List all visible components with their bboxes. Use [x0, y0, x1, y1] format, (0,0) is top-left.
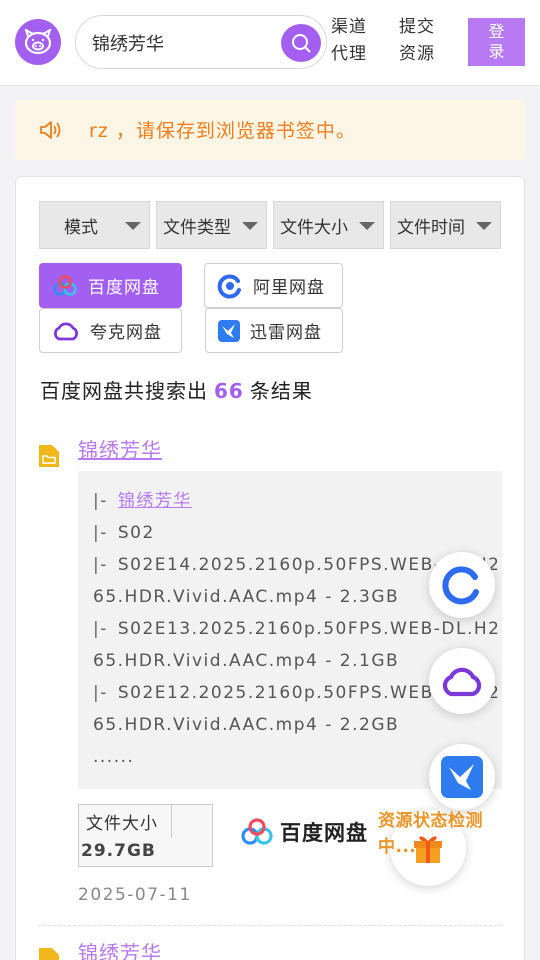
tree-branch: |-: [93, 619, 108, 639]
nav-label: 提交: [399, 17, 435, 37]
file-size-label: 文件大小: [79, 805, 172, 838]
divider: [38, 925, 502, 926]
folder-icon: [39, 948, 59, 960]
pig-logo-icon[interactable]: [15, 19, 61, 65]
aliyun-disk-icon: [217, 273, 243, 299]
result-count: 百度网盘共搜索出 66 条结果: [40, 375, 313, 404]
notice-text: rz ，请保存到浏览器书签中。: [89, 120, 356, 142]
nav-channel-agent[interactable]: 渠道 代理: [329, 14, 369, 68]
filter-mode[interactable]: 模式: [39, 201, 150, 249]
top-header: 渠道 代理 提交 资源 登录: [0, 0, 540, 86]
filter-label: 模式: [64, 217, 98, 238]
tree-ellipsis: ......: [93, 747, 135, 767]
filter-file-size[interactable]: 文件大小: [273, 201, 384, 249]
tree-folder-link[interactable]: 锦绣芳华: [118, 491, 192, 511]
chevron-down-icon: [242, 222, 258, 230]
xunlei-disk-icon: [441, 756, 483, 798]
baidu-disk-icon: [241, 818, 273, 845]
file-tree-line: |- S02E13.2025.2160p.50FPS.WEB-DL.H2: [93, 613, 502, 645]
filter-label: 文件类型: [163, 217, 231, 238]
chevron-down-icon: [359, 222, 375, 230]
tree-entry: 65.HDR.Vivid.AAC.mp4 - 2.2GB: [93, 715, 400, 735]
result-item-title[interactable]: 锦绣芳华: [78, 937, 162, 960]
login-button[interactable]: 登录: [468, 18, 525, 66]
file-tree-line: |- S02: [93, 517, 502, 549]
tree-branch: |-: [93, 555, 108, 575]
search-button[interactable]: [281, 24, 321, 62]
result-item-title[interactable]: 锦绣芳华: [78, 434, 162, 463]
result-count-suffix: 条结果: [249, 379, 313, 403]
aliyun-disk-icon: [442, 566, 479, 605]
result-count-prefix: 百度网盘共搜索出: [40, 379, 208, 403]
float-xunlei-button[interactable]: [429, 744, 495, 810]
result-date: 2025-07-11: [78, 885, 192, 905]
source-baidu-logo[interactable]: 百度网盘: [240, 817, 368, 847]
float-aliyun-button[interactable]: [429, 552, 495, 618]
source-label: 百度网盘: [280, 821, 368, 845]
disk-tab-xunlei[interactable]: 迅雷网盘: [205, 308, 343, 353]
filter-file-type[interactable]: 文件类型: [156, 201, 267, 249]
tree-entry: 65.HDR.Vivid.AAC.mp4 - 2.1GB: [93, 651, 400, 671]
tree-entry: S02: [117, 523, 155, 543]
baidu-disk-icon: [52, 274, 78, 297]
quark-disk-icon: [442, 667, 482, 697]
disk-tab-label: 迅雷网盘: [250, 323, 322, 343]
xunlei-disk-icon: [218, 319, 240, 342]
disk-tab-label: 阿里网盘: [253, 278, 325, 298]
search-icon: [292, 34, 311, 53]
notice-banner: rz ，请保存到浏览器书签中。: [15, 100, 525, 160]
nav-label: 代理: [331, 44, 367, 64]
float-quark-button[interactable]: [429, 648, 495, 714]
file-tree-line: |- 锦绣芳华: [93, 485, 502, 517]
disk-tab-label: 百度网盘: [88, 278, 160, 298]
nav-label: 渠道: [331, 17, 367, 37]
nav-submit-resource[interactable]: 提交 资源: [397, 14, 437, 68]
filter-label: 文件大小: [280, 217, 348, 238]
tree-entry: S02E13.2025.2160p.50FPS.WEB-DL.H2: [117, 619, 501, 639]
quark-disk-icon: [52, 320, 80, 342]
search-input[interactable]: [92, 28, 282, 58]
folder-icon: [39, 445, 59, 467]
file-size-value: 29.7GB: [81, 841, 156, 861]
speaker-icon: [40, 121, 61, 139]
nav-label: 资源: [399, 44, 435, 64]
resource-status-text: 资源状态检测中...: [378, 811, 483, 857]
result-count-number: 66: [214, 379, 244, 403]
file-tree-line: 65.HDR.Vivid.AAC.mp4 - 2.2GB: [93, 709, 502, 741]
disk-tab-label: 夸克网盘: [90, 323, 162, 343]
filter-file-time[interactable]: 文件时间: [390, 201, 501, 249]
chevron-down-icon: [125, 222, 141, 230]
tree-entry: 65.HDR.Vivid.AAC.mp4 - 2.3GB: [93, 587, 400, 607]
tree-branch: |-: [93, 491, 108, 511]
tree-branch: |-: [93, 683, 108, 703]
disk-tab-aliyun[interactable]: 阿里网盘: [204, 263, 343, 308]
tree-branch: |-: [93, 523, 108, 543]
filter-label: 文件时间: [397, 217, 465, 238]
disk-tab-quark[interactable]: 夸克网盘: [39, 308, 182, 353]
disk-tab-baidu[interactable]: 百度网盘: [39, 263, 182, 308]
file-size-box: 文件大小 29.7GB: [78, 804, 213, 867]
file-tree: |- 锦绣芳华 |- S02 |- S02E14.2025.2160p.50FPS.W…: [78, 471, 502, 789]
chevron-down-icon: [476, 222, 492, 230]
search-box: [75, 15, 327, 69]
